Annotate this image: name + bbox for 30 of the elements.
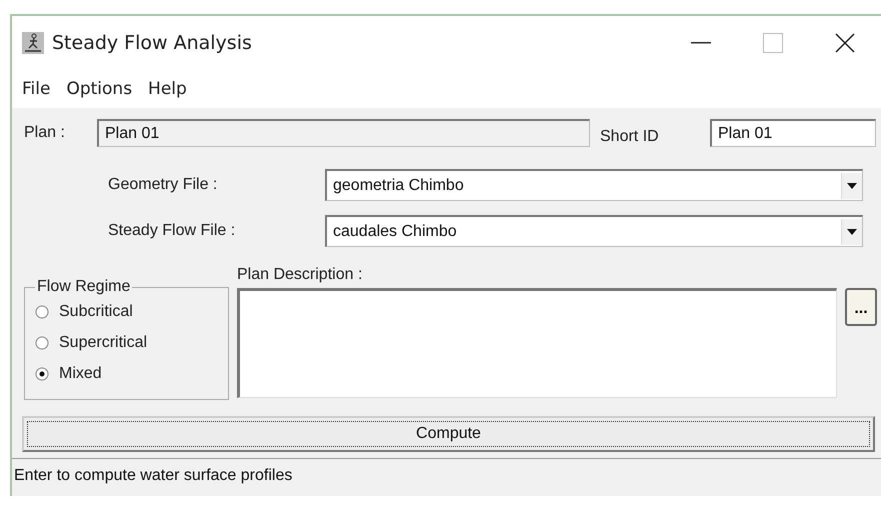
menu-item[interactable]: Help [142, 79, 193, 99]
file-label: Geometry File : [108, 176, 218, 194]
file-label: Steady Flow File : [108, 222, 236, 240]
file-dropdown[interactable]: caudales Chimbo [325, 215, 863, 247]
maximize-icon [763, 33, 783, 53]
window-title: Steady Flow Analysis [52, 32, 253, 54]
group-title: Flow Regime [36, 278, 132, 296]
radio-label: Supercritical [59, 334, 148, 352]
plan-field[interactable]: Plan 01 [97, 119, 590, 147]
minimize-icon [691, 42, 711, 44]
menu-item[interactable]: File [16, 79, 56, 99]
status-text: Enter to compute water surface profiles [14, 467, 292, 485]
browse-button[interactable]: ... [845, 288, 877, 326]
menu-item[interactable]: Options [60, 79, 138, 99]
runner-icon [22, 32, 44, 54]
compute-button[interactable]: Compute [22, 416, 875, 452]
radio-button[interactable] [35, 336, 49, 350]
radio-button[interactable] [35, 366, 49, 380]
short-id-field[interactable]: Plan 01 [710, 119, 876, 147]
radio-button[interactable] [35, 304, 49, 318]
description-field[interactable] [237, 288, 837, 398]
radio-label: Mixed [59, 364, 102, 382]
description-label: Plan Description : [237, 266, 364, 284]
dropdown-arrow-icon [847, 182, 857, 188]
close-icon [835, 33, 855, 53]
short-id-label: Short ID [600, 128, 660, 146]
plan-label: Plan : [24, 124, 66, 142]
radio-label: Subcritical [59, 302, 133, 320]
file-dropdown[interactable]: geometria Chimbo [325, 169, 863, 201]
dropdown-arrow-icon [847, 228, 857, 234]
